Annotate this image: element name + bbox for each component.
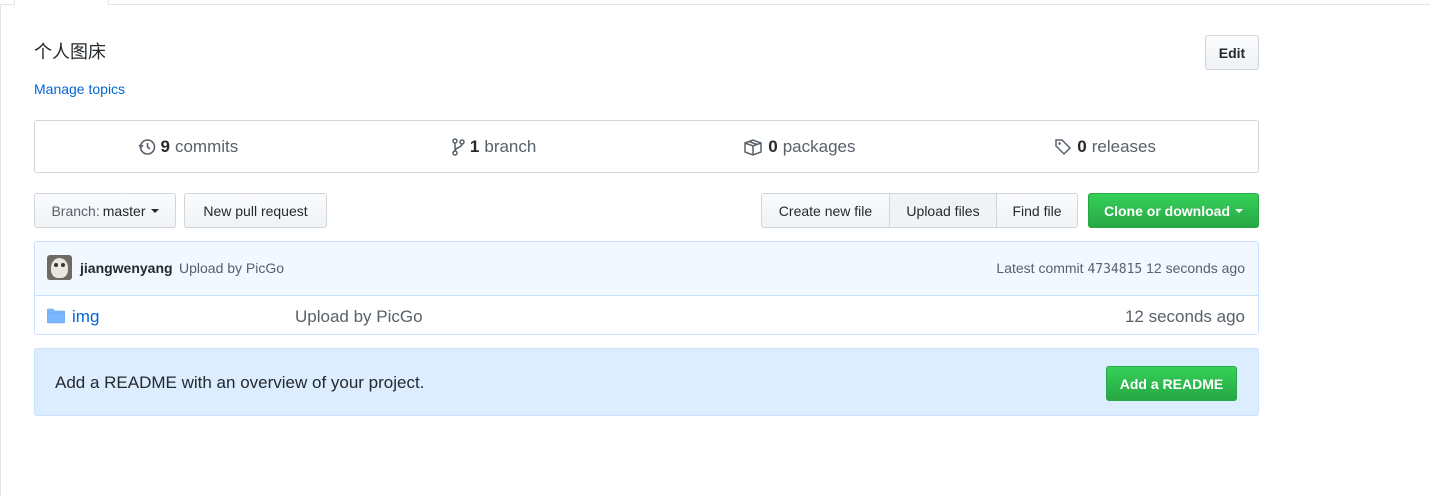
new-pull-request-button[interactable]: New pull request [184,193,327,228]
commit-sha-link[interactable]: 4734815 [1087,262,1142,277]
edit-button[interactable]: Edit [1205,35,1259,70]
clone-or-download-button[interactable]: Clone or download [1088,193,1259,228]
file-row: img Upload by PicGo 12 seconds ago [35,296,1258,334]
caret-down-icon [150,208,159,213]
packages-label: packages [782,136,856,156]
git-branch-icon [452,137,465,156]
file-name-link[interactable]: img [72,307,99,327]
latest-commit-label: Latest commit [996,260,1084,276]
tab-underline [0,4,1430,5]
releases-count: 0 [1077,136,1087,156]
readme-prompt-text: Add a README with an overview of your pr… [55,373,425,392]
branch-key: Branch: [51,202,100,219]
latest-commit-info: Latest commit 4734815 12 seconds ago [996,260,1245,277]
commit-author-link[interactable]: jiangwenyang [80,260,173,276]
repo-description: 个人图床 [34,42,106,62]
readme-prompt: Add a README with an overview of your pr… [34,348,1259,416]
upload-files-button[interactable]: Upload files [889,193,997,228]
commits-count: 9 [160,136,170,156]
history-icon [137,138,155,155]
releases-summary[interactable]: 0 releases [952,121,1258,172]
packages-count: 0 [768,136,778,156]
clone-label: Clone or download [1104,202,1230,219]
commit-age: 12 seconds ago [1146,260,1245,276]
branch-select-button[interactable]: Branch: master [34,193,176,228]
branches-summary[interactable]: 1 branch [341,121,647,172]
commits-summary[interactable]: 9 commits [35,121,341,172]
repo-summary: 9 commits 1 branch 0 packages 0 releases [34,120,1259,173]
packages-summary[interactable]: 0 packages [647,121,953,172]
file-age: 12 seconds ago [1124,307,1245,326]
branches-count: 1 [469,136,480,156]
active-tab-edge [14,0,109,5]
caret-down-icon [1235,208,1243,213]
file-list: jiangwenyang Upload by PicGo Latest comm… [34,241,1259,335]
package-icon [744,138,762,156]
latest-commit-bar: jiangwenyang Upload by PicGo Latest comm… [35,242,1258,296]
branch-value: master [102,202,146,219]
add-readme-button[interactable]: Add a README [1106,366,1237,401]
commit-message-link[interactable]: Upload by PicGo [179,260,284,276]
file-commit-message-link[interactable]: Upload by PicGo [295,307,423,327]
avatar[interactable] [47,255,72,280]
page-left-border [0,4,1,496]
releases-label: releases [1091,136,1156,156]
manage-topics-link[interactable]: Manage topics [34,81,125,97]
create-new-file-button[interactable]: Create new file [761,193,890,228]
branches-label: branch [484,136,537,156]
find-file-button[interactable]: Find file [996,193,1078,228]
tag-icon [1055,138,1072,155]
commits-label: commits [174,136,239,156]
folder-icon [47,308,65,324]
